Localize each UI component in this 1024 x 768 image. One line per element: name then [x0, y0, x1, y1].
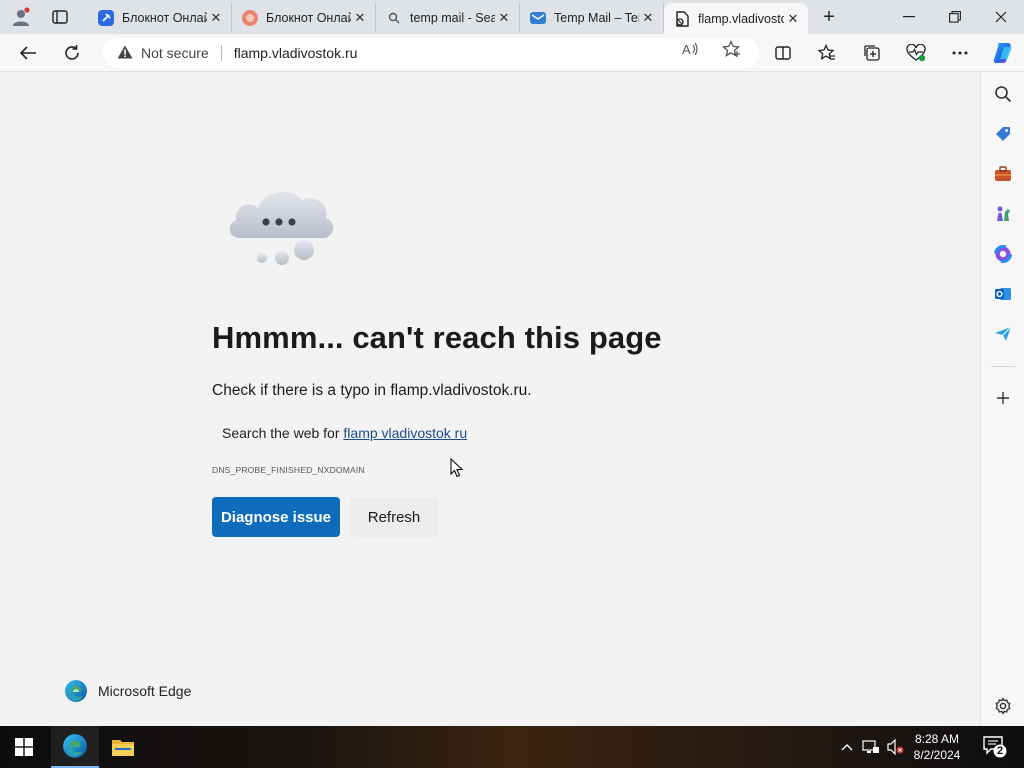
more-options-icon[interactable] [945, 39, 975, 67]
tab-notepad-1[interactable]: Блокнот Онлайн ✕ [88, 3, 232, 32]
volume-muted-icon[interactable] [885, 737, 905, 757]
tab-flamp[interactable]: flamp.vladivostok.ru ✕ [664, 3, 808, 34]
games-chess-icon[interactable] [989, 200, 1017, 228]
favorite-star-icon[interactable] [720, 40, 742, 58]
error-code: DNS_PROBE_FINISHED_NXDOMAIN [212, 465, 365, 475]
sidebar-divider [991, 366, 1015, 367]
warning-icon[interactable] [117, 45, 133, 62]
mouse-cursor-icon [450, 458, 464, 478]
refresh-page-button[interactable]: Refresh [350, 497, 438, 537]
tab-title: temp mail - Search [410, 10, 495, 25]
taskbar-edge-icon[interactable] [51, 726, 99, 768]
sidebar-search-icon[interactable] [989, 80, 1017, 108]
split-screen-icon[interactable] [768, 39, 798, 67]
security-label[interactable]: Not secure [141, 45, 209, 61]
temp-mail-icon [530, 10, 546, 26]
error-page-icon [674, 10, 690, 27]
tab-search[interactable]: temp mail - Search ✕ [376, 3, 520, 32]
drop-send-icon[interactable] [989, 320, 1017, 348]
diagnose-button[interactable]: Diagnose issue [212, 497, 340, 537]
search-prefix: Search the web for [222, 425, 340, 441]
address-bar[interactable]: Not secure flamp.vladivostok.ru [103, 38, 759, 68]
file-explorer-icon[interactable] [99, 726, 147, 768]
minimize-button[interactable] [886, 0, 932, 34]
search-icon [386, 10, 402, 26]
read-aloud-icon[interactable]: A [680, 40, 702, 58]
edge-sidebar [980, 72, 1024, 726]
close-tab-icon[interactable]: ✕ [639, 9, 657, 27]
close-tab-icon[interactable]: ✕ [495, 9, 513, 27]
address-toolbar: Not secure flamp.vladivostok.ru A [0, 34, 1024, 72]
restore-button[interactable] [932, 0, 978, 34]
tools-briefcase-icon[interactable] [989, 160, 1017, 188]
notification-center-icon[interactable]: 2 [982, 735, 1008, 759]
outlook-icon[interactable] [989, 280, 1017, 308]
brand-name: Microsoft Edge [98, 683, 192, 699]
close-window-button[interactable] [978, 0, 1024, 34]
tab-bar: Блокнот Онлайн ✕ Блокнот Онлайн ✕ temp m… [0, 0, 1024, 34]
edge-branding: Microsoft Edge [64, 679, 191, 703]
svg-text:A: A [682, 42, 691, 56]
search-web-link[interactable]: flamp vladivostok ru [343, 425, 467, 441]
orange-note-icon [242, 9, 258, 26]
notification-count: 2 [996, 745, 1004, 757]
refresh-button[interactable] [57, 39, 87, 67]
cloud-thinking-icon [229, 191, 334, 265]
network-icon[interactable] [861, 737, 881, 757]
tab-title: Temp Mail – Temp [554, 10, 639, 25]
blue-note-icon [98, 9, 114, 26]
shopping-tag-icon[interactable] [989, 120, 1017, 148]
start-windows-icon[interactable] [0, 726, 48, 768]
clock-date: 8/2/2024 [913, 748, 961, 762]
microsoft-365-icon[interactable] [989, 240, 1017, 268]
tab-title: Блокнот Онлайн [266, 10, 351, 25]
address-divider [220, 45, 222, 61]
favorites-icon[interactable] [812, 39, 842, 67]
copilot-icon[interactable] [988, 39, 1018, 67]
tray-overflow-chevron-icon[interactable] [837, 737, 857, 757]
edge-logo-icon [65, 680, 87, 702]
clock-time: 8:28 AM [914, 732, 960, 746]
search-suggestion: Search the web for flamp vladivostok ru [222, 425, 467, 441]
tab-title: flamp.vladivostok.ru [698, 11, 784, 26]
close-tab-icon[interactable]: ✕ [784, 10, 802, 28]
sidebar-settings-gear-icon[interactable] [989, 692, 1017, 720]
tab-actions-icon[interactable] [47, 5, 73, 29]
error-title: Hmmm... can't reach this page [212, 320, 662, 355]
tab-temp-mail[interactable]: Temp Mail – Temp ✕ [520, 3, 664, 32]
close-tab-icon[interactable]: ✕ [207, 9, 225, 27]
tab-title: Блокнот Онлайн [122, 10, 207, 25]
collections-icon[interactable] [857, 39, 887, 67]
browser-essentials-icon[interactable] [901, 39, 931, 67]
close-tab-icon[interactable]: ✕ [351, 9, 369, 27]
tab-notepad-2[interactable]: Блокнот Онлайн ✕ [232, 3, 376, 32]
windows-taskbar: 8:28 AM 8/2/2024 2 [0, 726, 1024, 768]
error-page: Hmmm... can't reach this page Check if t… [4, 72, 980, 726]
typo-hint: Check if there is a typo in flamp.vladiv… [212, 382, 532, 399]
url-text[interactable]: flamp.vladivostok.ru [234, 45, 358, 61]
sidebar-add-icon[interactable] [989, 384, 1017, 412]
profile-icon[interactable] [8, 5, 34, 29]
back-button[interactable] [13, 39, 43, 67]
system-clock[interactable]: 8:28 AM 8/2/2024 [904, 731, 970, 763]
new-tab-button[interactable]: + [816, 5, 842, 29]
